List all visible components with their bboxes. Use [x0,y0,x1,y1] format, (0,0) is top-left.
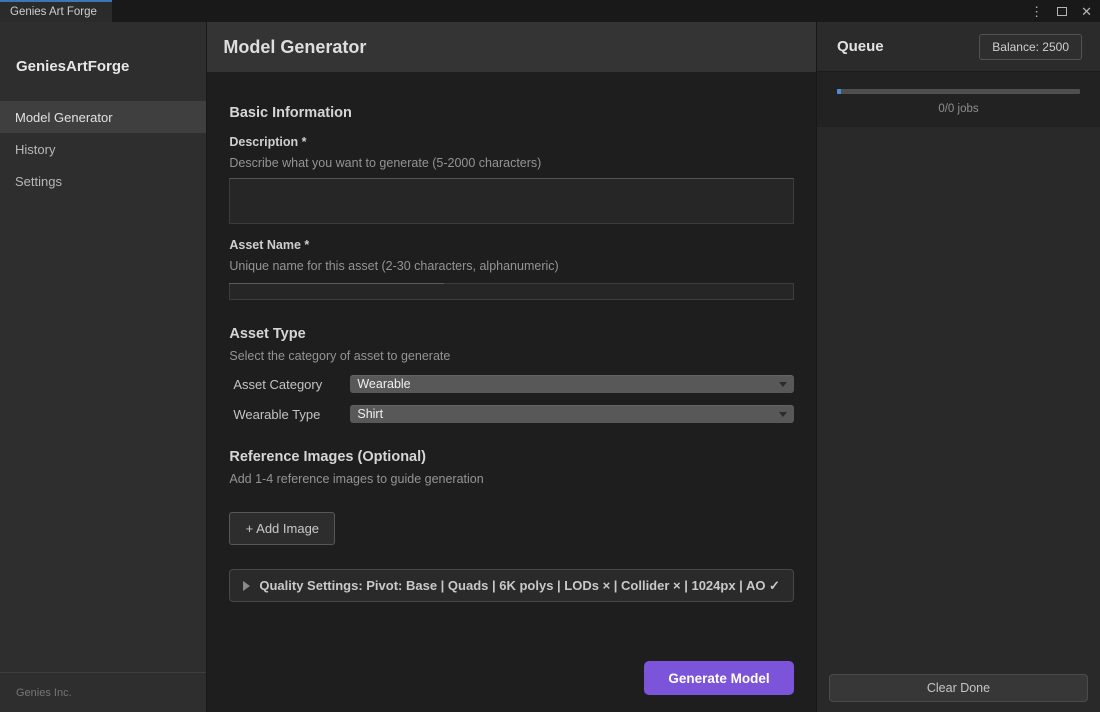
window-tab-genies-art-forge[interactable]: Genies Art Forge [0,0,112,22]
page-title: Model Generator [223,37,366,58]
asset-category-dropdown[interactable]: Wearable [350,375,794,393]
wearable-type-label: Wearable Type [229,407,350,422]
sidebar-item-label: Settings [15,174,62,189]
queue-title: Queue [837,38,884,55]
maximize-icon[interactable] [1057,7,1067,16]
reference-images-helper: Add 1-4 reference images to guide genera… [229,472,794,486]
main-footer: Generate Model [229,661,794,695]
sidebar-item-history[interactable]: History [0,133,206,165]
queue-header: Queue Balance: 2500 [817,22,1100,72]
main-panel: Model Generator Basic Information Descri… [207,22,816,712]
jobs-status: 0/0 jobs [837,103,1080,115]
queue-footer: Clear Done [817,664,1100,712]
chevron-down-icon [779,382,787,387]
queue-progress-bar [837,89,1080,94]
description-field-wrap [229,178,794,224]
asset-name-field-wrap [229,283,794,300]
company-label: Genies Inc. [16,687,72,699]
window-body: GeniesArtForge Model Generator History S… [0,22,1100,712]
wearable-type-dropdown[interactable]: Shirt [350,405,794,423]
asset-category-label: Asset Category [229,377,350,392]
window-controls: ⋮ ✕ [1030,0,1092,22]
queue-progress-fill [837,89,841,94]
section-heading-basic-information: Basic Information [229,105,794,121]
quality-settings-summary: Quality Settings: Pivot: Base | Quads | … [259,578,780,594]
wearable-type-value: Shirt [357,407,779,421]
section-heading-reference-images: Reference Images (Optional) [229,449,794,465]
sidebar-item-label: Model Generator [15,110,113,125]
chevron-down-icon [779,412,787,417]
clear-done-button[interactable]: Clear Done [829,674,1088,702]
queue-job-list [817,127,1100,664]
foldout-arrow-icon [243,581,250,591]
close-icon[interactable]: ✕ [1081,5,1092,18]
section-heading-asset-type: Asset Type [229,326,794,342]
asset-category-row: Asset Category Wearable [229,375,794,393]
description-helper: Describe what you want to generate (5-20… [229,156,794,170]
window-tab-label: Genies Art Forge [10,6,97,18]
app-title: GeniesArtForge [0,22,206,101]
sidebar-item-model-generator[interactable]: Model Generator [0,101,206,133]
quality-settings-foldout[interactable]: Quality Settings: Pivot: Base | Quads | … [229,569,794,602]
asset-category-value: Wearable [357,377,779,391]
main-content: Basic Information Description * Describe… [207,72,816,712]
kebab-menu-icon[interactable]: ⋮ [1030,5,1043,18]
asset-type-helper: Select the category of asset to generate [229,349,794,363]
sidebar-item-settings[interactable]: Settings [0,165,206,197]
description-label: Description * [229,135,794,149]
generate-model-button[interactable]: Generate Model [644,661,794,695]
balance-badge[interactable]: Balance: 2500 [979,34,1082,60]
sidebar-item-label: History [15,142,55,157]
wearable-type-row: Wearable Type Shirt [229,405,794,423]
sidebar: GeniesArtForge Model Generator History S… [0,22,207,712]
asset-name-label: Asset Name * [229,238,794,252]
window-tab-bar: Genies Art Forge ⋮ ✕ [0,0,1100,22]
description-textarea[interactable] [229,178,794,224]
asset-name-input[interactable] [229,283,794,300]
add-image-button[interactable]: + Add Image [229,512,335,545]
main-header: Model Generator [207,22,816,72]
queue-progress-section: 0/0 jobs [817,72,1100,127]
queue-panel: Queue Balance: 2500 0/0 jobs Clear Done [816,22,1100,712]
sidebar-spacer [0,197,206,672]
sidebar-footer: Genies Inc. [0,672,206,712]
asset-name-helper: Unique name for this asset (2-30 charact… [229,259,794,273]
